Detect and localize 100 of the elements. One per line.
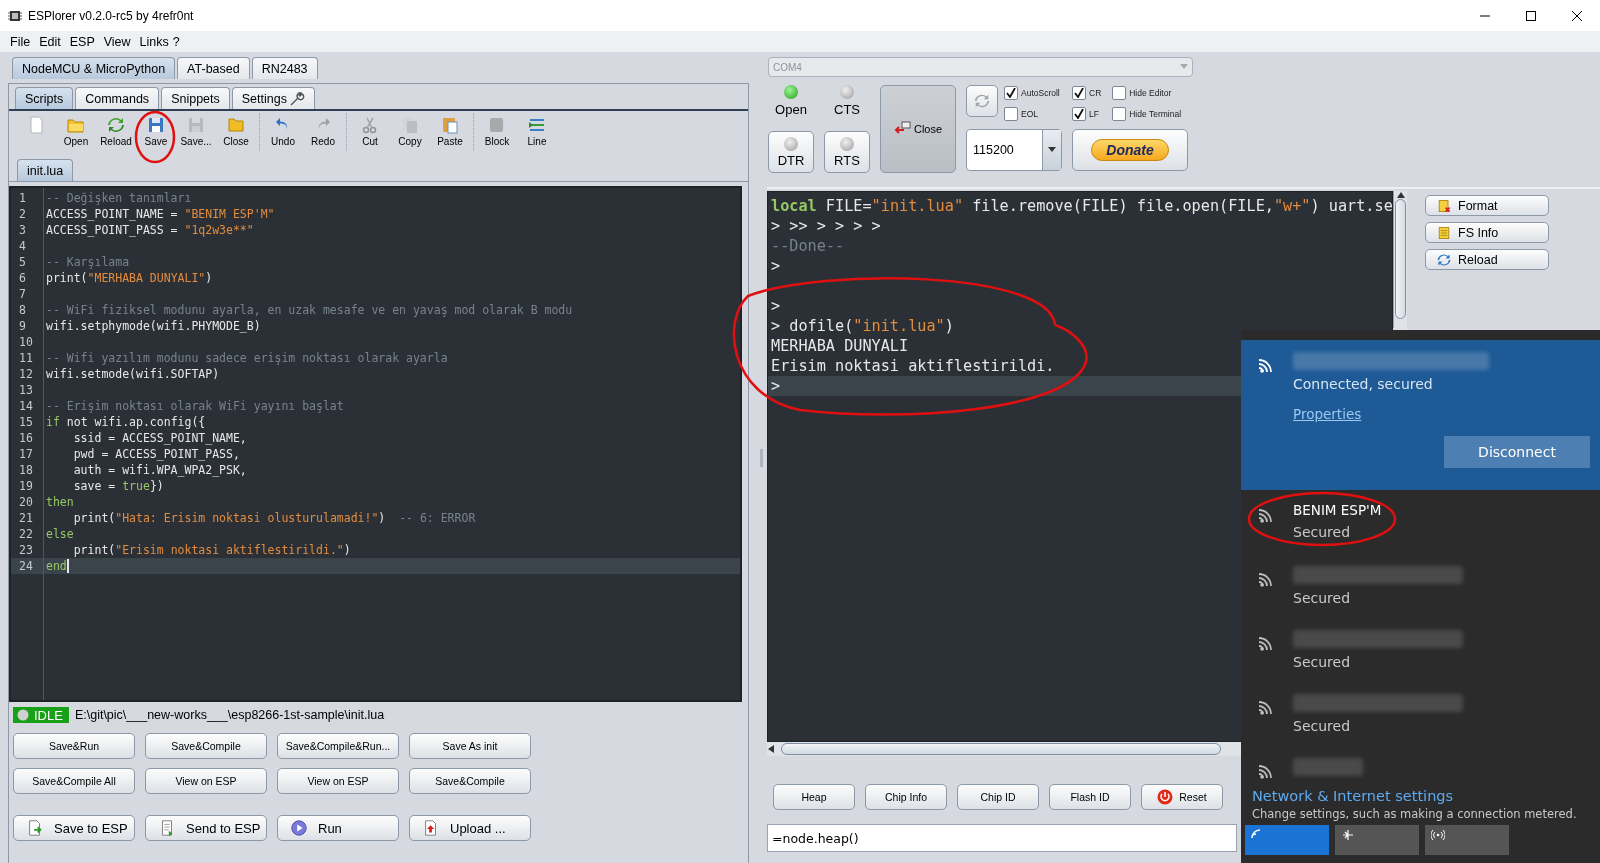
menu-item[interactable]: View [103,34,131,49]
checkbox[interactable]: CR [1072,86,1109,100]
code-text: ACCESS_POINT_NAME = [46,206,179,222]
action-button[interactable]: Save&Compile [409,768,531,794]
command-button[interactable]: Reset [1141,784,1223,810]
editor-tab[interactable]: Scripts [15,87,74,109]
refresh-icon [1436,251,1452,268]
code-text: wifi.setphymode(wifi.PHYMODE_B) [46,318,261,334]
network-item[interactable]: Secured [1241,682,1600,746]
splitter-handle[interactable] [759,448,763,467]
quick-tile[interactable] [1425,825,1509,855]
menu-item[interactable]: ESP [69,34,95,49]
network-item[interactable]: Secured [1241,554,1600,618]
command-button[interactable]: Heap [773,784,855,810]
maximize-icon [1526,10,1536,21]
donate-button[interactable]: Donate [1072,129,1188,171]
action-button[interactable]: Save&Compile All [13,768,135,794]
action-button[interactable]: Save&Compile&Run... [277,733,399,759]
toolbar-button[interactable]: Undo [264,113,302,151]
network-status: Secured [1293,654,1352,670]
command-button[interactable]: Chip ID [957,784,1039,810]
toggle-button[interactable]: DTR [768,131,814,173]
line-number: 11 [18,350,34,366]
device-tab[interactable]: NodeMCU & MicroPython [12,57,176,79]
network-item[interactable]: Connected, secured Properties Disconnect [1241,340,1600,490]
checkbox[interactable]: Hide Editor [1112,86,1188,100]
toolbar-button[interactable]: Save [137,113,175,151]
app-icon [8,8,22,23]
checkbox[interactable]: AutoScroll [1004,86,1060,100]
action-button[interactable]: Upload ... [409,815,531,841]
device-tab[interactable]: AT-based [177,57,250,79]
action-button[interactable]: View on ESP [145,768,267,794]
fs-button[interactable]: FS Info [1425,222,1549,243]
code-text: }) [149,478,164,494]
line-number: 10 [18,334,34,350]
network-item[interactable]: Secured [1241,618,1600,682]
command-button[interactable]: Chip Info [865,784,947,810]
window-title: ESPlorer v0.2.0-rc5 by 4refr0nt [28,8,195,23]
line-number: 6 [18,270,27,286]
command-button[interactable]: Flash ID [1049,784,1131,810]
device-tab[interactable]: RN2483 [251,57,318,79]
toolbar-button[interactable]: Open [57,113,95,151]
line-number: 21 [18,510,34,526]
file-tab[interactable]: init.lua [17,159,74,181]
editor-tab[interactable]: Snippets [161,87,230,109]
code-text: "init.lua" [853,316,945,336]
indicator-label: Open [775,102,807,117]
settings-link[interactable]: Network & Internet settings [1252,788,1600,804]
close-port-button[interactable]: Close [880,85,956,173]
toolbar-button[interactable]: Close [217,113,255,151]
code-text: save = [72,478,117,494]
action-button[interactable]: Run [277,815,399,841]
baud-dropdown[interactable]: 115200 [966,129,1062,171]
code-editor[interactable] [9,186,742,702]
vertical-scrollbar[interactable] [1393,191,1407,328]
toolbar-button[interactable]: Reload [97,113,135,151]
action-button[interactable]: Save&Run [13,733,135,759]
file-path: E:\git\pic\___new-works___\esp8266-1st-sample\init.lua [74,708,385,722]
menu-item[interactable]: ? [172,34,180,49]
action-button[interactable]: View on ESP [277,768,399,794]
caret-icon [1180,64,1188,70]
network-status: Secured [1293,524,1352,540]
line-number: 23 [18,542,34,558]
menu-item[interactable]: File [10,34,31,49]
checkbox[interactable]: Hide Terminal [1112,107,1188,121]
line-number: 22 [18,526,34,542]
checkbox[interactable]: EOL [1004,107,1060,121]
toggle-button[interactable]: RTS [824,131,870,173]
menu-item[interactable]: Links [139,34,169,49]
code-text: print( [72,542,116,558]
code-text: then [46,494,74,510]
network-item[interactable]: BENIM ESP'M Secured [1241,490,1600,554]
editor-tab[interactable]: Settings [231,87,315,109]
toolbar-button[interactable]: Line [518,113,556,151]
quick-tile[interactable] [1335,825,1419,855]
toolbar-button[interactable]: Paste [431,113,469,151]
fs-button[interactable]: Format [1425,195,1549,216]
settings-hint: Change settings, such as making a connection metered. [1252,807,1578,821]
action-button[interactable]: Save As init [409,733,531,759]
refresh-button[interactable] [966,85,998,117]
code-text: ) [205,270,213,286]
code-text: not wifi.ap.config({ [65,414,206,430]
code-text: "w+" [1273,196,1311,216]
disconnect-button[interactable]: Disconnect [1444,436,1590,468]
properties-link[interactable]: Properties [1293,406,1362,422]
command-input[interactable]: =node.heap() [767,824,1237,852]
quick-tile[interactable] [1245,825,1329,855]
checkbox[interactable]: LF [1072,107,1109,121]
action-button[interactable]: Send to ESP [145,815,267,841]
menu-item[interactable]: Edit [39,34,61,49]
line-number: 24 [18,558,34,574]
code-text: ssid = ACCESS_POINT_NAME, [72,430,247,446]
fs-button[interactable]: Reload [1425,249,1549,270]
network-status: Secured [1293,590,1352,606]
action-button[interactable]: Save&Compile [145,733,267,759]
action-button[interactable]: Save to ESP [13,815,135,841]
line-number: 20 [18,494,34,510]
editor-tab[interactable]: Commands [75,87,160,109]
airplane-icon [1341,829,1355,841]
code-text: -- Wifi yazılım modunu sadece erişim noktası olarak ayarla [46,350,448,366]
